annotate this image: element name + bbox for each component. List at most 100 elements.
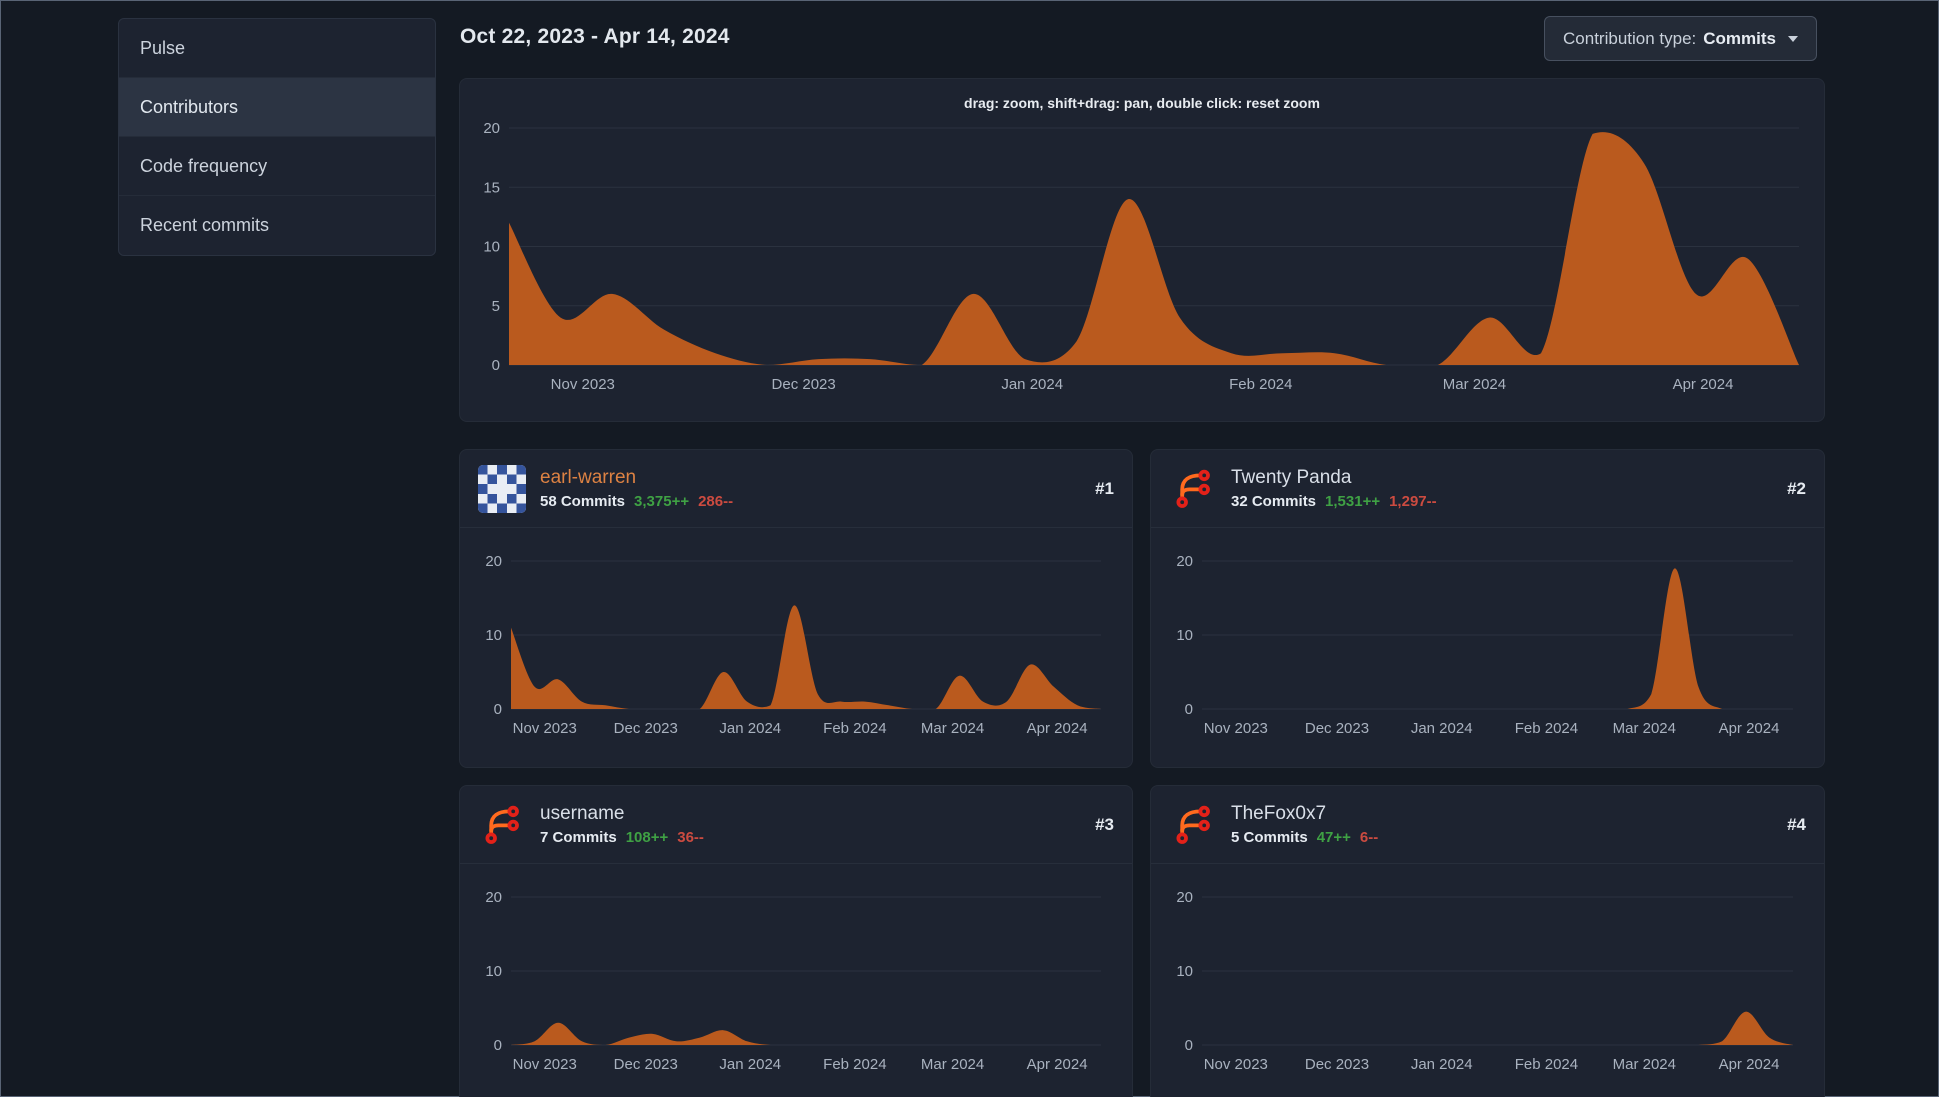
- svg-text:Feb 2024: Feb 2024: [1229, 376, 1292, 393]
- additions-count: 1,531++: [1325, 493, 1381, 510]
- sidebar-item-recent-commits[interactable]: Recent commits: [119, 196, 435, 255]
- svg-text:0: 0: [494, 1037, 502, 1054]
- contributor-card-earl-warren: earl-warren 58 Commits 3,375++ 286-- #1 …: [459, 449, 1133, 768]
- contributor-commits-chart[interactable]: 0 10 20 Nov 2023 Dec 2023 Jan 2024 Feb 2024 Mar…: [474, 536, 1118, 759]
- svg-text:Nov 2023: Nov 2023: [513, 1056, 577, 1073]
- svg-text:Mar 2024: Mar 2024: [1613, 1056, 1676, 1073]
- svg-text:0: 0: [494, 701, 502, 718]
- additions-count: 108++: [625, 829, 669, 846]
- contributor-commits-chart[interactable]: 0 10 20 Nov 2023 Dec 2023 Jan 2024 Feb 2024 Mar…: [1165, 536, 1810, 759]
- contributor-header: TheFox0x7 5 Commits 47++ 6-- #4: [1151, 786, 1824, 864]
- contributor-stats: 58 Commits 3,375++ 286--: [540, 493, 1081, 510]
- sidebar-item-contributors[interactable]: Contributors: [119, 78, 435, 137]
- svg-text:Apr 2024: Apr 2024: [1719, 1056, 1780, 1073]
- sidebar-item-label: Code frequency: [140, 155, 268, 176]
- contributor-header: username 7 Commits 108++ 36-- #3: [460, 786, 1132, 864]
- svg-text:10: 10: [485, 963, 502, 980]
- svg-text:Mar 2024: Mar 2024: [1443, 376, 1506, 393]
- contribution-type-value: Commits: [1703, 28, 1776, 48]
- svg-text:20: 20: [1176, 553, 1193, 570]
- contributors-page: { "header": { "date_range": "Oct 22, 202…: [0, 0, 1939, 1097]
- contributor-header: earl-warren 58 Commits 3,375++ 286-- #1: [460, 450, 1132, 528]
- contributor-rank: #4: [1787, 814, 1806, 834]
- svg-text:Dec 2023: Dec 2023: [772, 376, 836, 393]
- contributor-stats: 7 Commits 108++ 36--: [540, 829, 1081, 846]
- svg-text:5: 5: [492, 298, 500, 315]
- contribution-activity-chart[interactable]: 0 5 10 15 20 Nov 2023 Dec 2023 Jan 2024 Feb 2024…: [474, 115, 1810, 415]
- contributor-rank: #1: [1095, 478, 1114, 498]
- deletions-count: 6--: [1359, 829, 1379, 846]
- contributor-info: earl-warren 58 Commits 3,375++ 286--: [540, 467, 1081, 510]
- contributor-card-twenty-panda: Twenty Panda 32 Commits 1,531++ 1,297-- …: [1150, 449, 1825, 768]
- chevron-down-icon: [1788, 35, 1798, 42]
- svg-text:Jan 2024: Jan 2024: [719, 720, 781, 737]
- contributor-info: TheFox0x7 5 Commits 47++ 6--: [1231, 803, 1773, 846]
- svg-text:Jan 2024: Jan 2024: [1001, 376, 1063, 393]
- svg-text:Nov 2023: Nov 2023: [513, 720, 577, 737]
- svg-text:Dec 2023: Dec 2023: [1305, 720, 1369, 737]
- svg-text:Dec 2023: Dec 2023: [1305, 1056, 1369, 1073]
- additions-count: 47++: [1316, 829, 1351, 846]
- svg-text:Jan 2024: Jan 2024: [1411, 1056, 1473, 1073]
- deletions-count: 286--: [698, 493, 734, 510]
- svg-text:Nov 2023: Nov 2023: [1204, 1056, 1268, 1073]
- contributor-rank: #2: [1787, 478, 1806, 498]
- svg-text:20: 20: [1176, 889, 1193, 906]
- contributor-card-thefox0x7: TheFox0x7 5 Commits 47++ 6-- #4 0 10 20 Nov…: [1150, 785, 1825, 1097]
- sidebar-item-label: Contributors: [140, 96, 239, 117]
- contributor-stats: 5 Commits 47++ 6--: [1231, 829, 1773, 846]
- contributor-card-username: username 7 Commits 108++ 36-- #3 0 10 20 No…: [459, 785, 1133, 1097]
- svg-text:Apr 2024: Apr 2024: [1719, 720, 1780, 737]
- svg-text:10: 10: [1176, 627, 1193, 644]
- svg-text:Dec 2023: Dec 2023: [614, 720, 678, 737]
- svg-text:0: 0: [1185, 1037, 1193, 1054]
- contributor-header: Twenty Panda 32 Commits 1,531++ 1,297-- …: [1151, 450, 1824, 528]
- svg-text:Apr 2024: Apr 2024: [1027, 1056, 1088, 1073]
- commit-count: 32 Commits: [1231, 493, 1317, 510]
- svg-text:20: 20: [485, 889, 502, 906]
- identicon-avatar[interactable]: [478, 464, 526, 513]
- svg-text:Feb 2024: Feb 2024: [823, 1056, 886, 1073]
- svg-text:20: 20: [485, 553, 502, 570]
- additions-count: 3,375++: [634, 493, 690, 510]
- contributor-name-link[interactable]: username: [540, 803, 1081, 825]
- contributor-name-link[interactable]: TheFox0x7: [1231, 803, 1773, 825]
- contributor-stats: 32 Commits 1,531++ 1,297--: [1231, 493, 1773, 510]
- svg-text:15: 15: [483, 179, 500, 196]
- contributor-rank: #3: [1095, 814, 1114, 834]
- svg-text:Mar 2024: Mar 2024: [921, 1056, 984, 1073]
- contributor-commits-chart[interactable]: 0 10 20 Nov 2023 Dec 2023 Jan 2024 Feb 2024 Mar…: [474, 872, 1118, 1095]
- sidebar-item-code-frequency[interactable]: Code frequency: [119, 137, 435, 196]
- commit-count: 5 Commits: [1231, 829, 1308, 846]
- sidebar-item-pulse[interactable]: Pulse: [119, 19, 435, 78]
- repo-activity-sidebar: Pulse Contributors Code frequency Recent…: [118, 18, 436, 256]
- svg-text:Nov 2023: Nov 2023: [1204, 720, 1268, 737]
- contributor-name-link[interactable]: earl-warren: [540, 467, 1081, 489]
- forgejo-logo-icon[interactable]: [478, 801, 526, 849]
- date-range-title: Oct 22, 2023 - Apr 14, 2024: [460, 25, 730, 48]
- svg-text:0: 0: [492, 357, 500, 374]
- contributor-commits-chart[interactable]: 0 10 20 Nov 2023 Dec 2023 Jan 2024 Feb 2024 Mar…: [1165, 872, 1810, 1095]
- svg-text:10: 10: [485, 627, 502, 644]
- deletions-count: 36--: [677, 829, 704, 846]
- svg-text:Apr 2024: Apr 2024: [1673, 376, 1734, 393]
- commit-count: 7 Commits: [540, 829, 617, 846]
- sidebar-item-label: Pulse: [140, 37, 186, 58]
- forgejo-logo-icon[interactable]: [1169, 801, 1217, 849]
- contribution-type-dropdown[interactable]: Contribution type: Commits: [1544, 16, 1817, 61]
- svg-text:Jan 2024: Jan 2024: [1411, 720, 1473, 737]
- contributor-info: username 7 Commits 108++ 36--: [540, 803, 1081, 846]
- deletions-count: 1,297--: [1389, 493, 1437, 510]
- commit-count: 58 Commits: [540, 493, 626, 510]
- sidebar-item-label: Recent commits: [140, 215, 270, 235]
- svg-text:Mar 2024: Mar 2024: [1613, 720, 1676, 737]
- contribution-activity-card: drag: zoom, shift+drag: pan, double clic…: [459, 78, 1825, 422]
- svg-text:Dec 2023: Dec 2023: [614, 1056, 678, 1073]
- contributor-name-link[interactable]: Twenty Panda: [1231, 467, 1773, 489]
- svg-text:Feb 2024: Feb 2024: [1515, 1056, 1578, 1073]
- contributor-info: Twenty Panda 32 Commits 1,531++ 1,297--: [1231, 467, 1773, 510]
- forgejo-logo-icon[interactable]: [1169, 465, 1217, 513]
- svg-text:Apr 2024: Apr 2024: [1027, 720, 1088, 737]
- svg-text:Feb 2024: Feb 2024: [1515, 720, 1578, 737]
- chart-zoom-hint: drag: zoom, shift+drag: pan, double clic…: [964, 95, 1320, 111]
